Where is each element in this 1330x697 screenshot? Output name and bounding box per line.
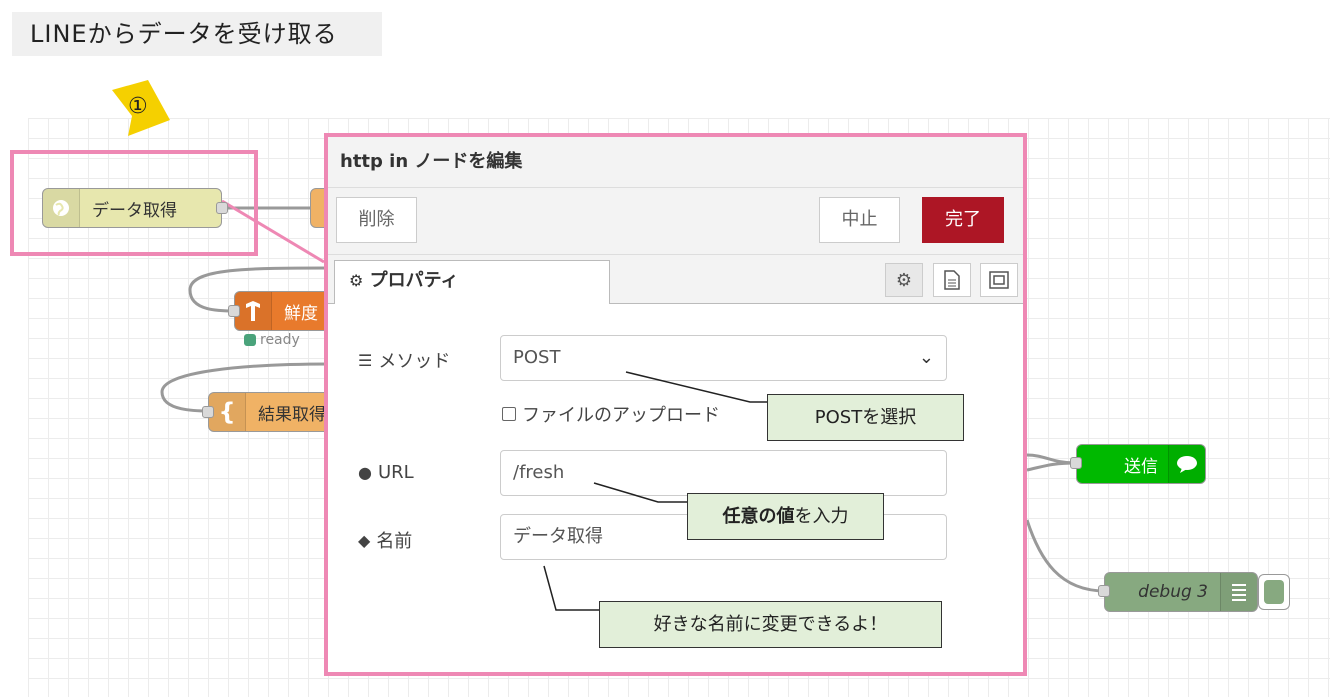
name-change-note: 好きな名前に変更できるよ！: [599, 601, 942, 648]
url-note-bold: 任意の値: [722, 506, 795, 527]
annotation-lines: [543, 371, 768, 611]
post-select-note: POSTを選択: [767, 394, 964, 441]
url-value-note: 任意の値を入力: [687, 493, 884, 540]
url-note-rest: を入力: [794, 506, 849, 527]
